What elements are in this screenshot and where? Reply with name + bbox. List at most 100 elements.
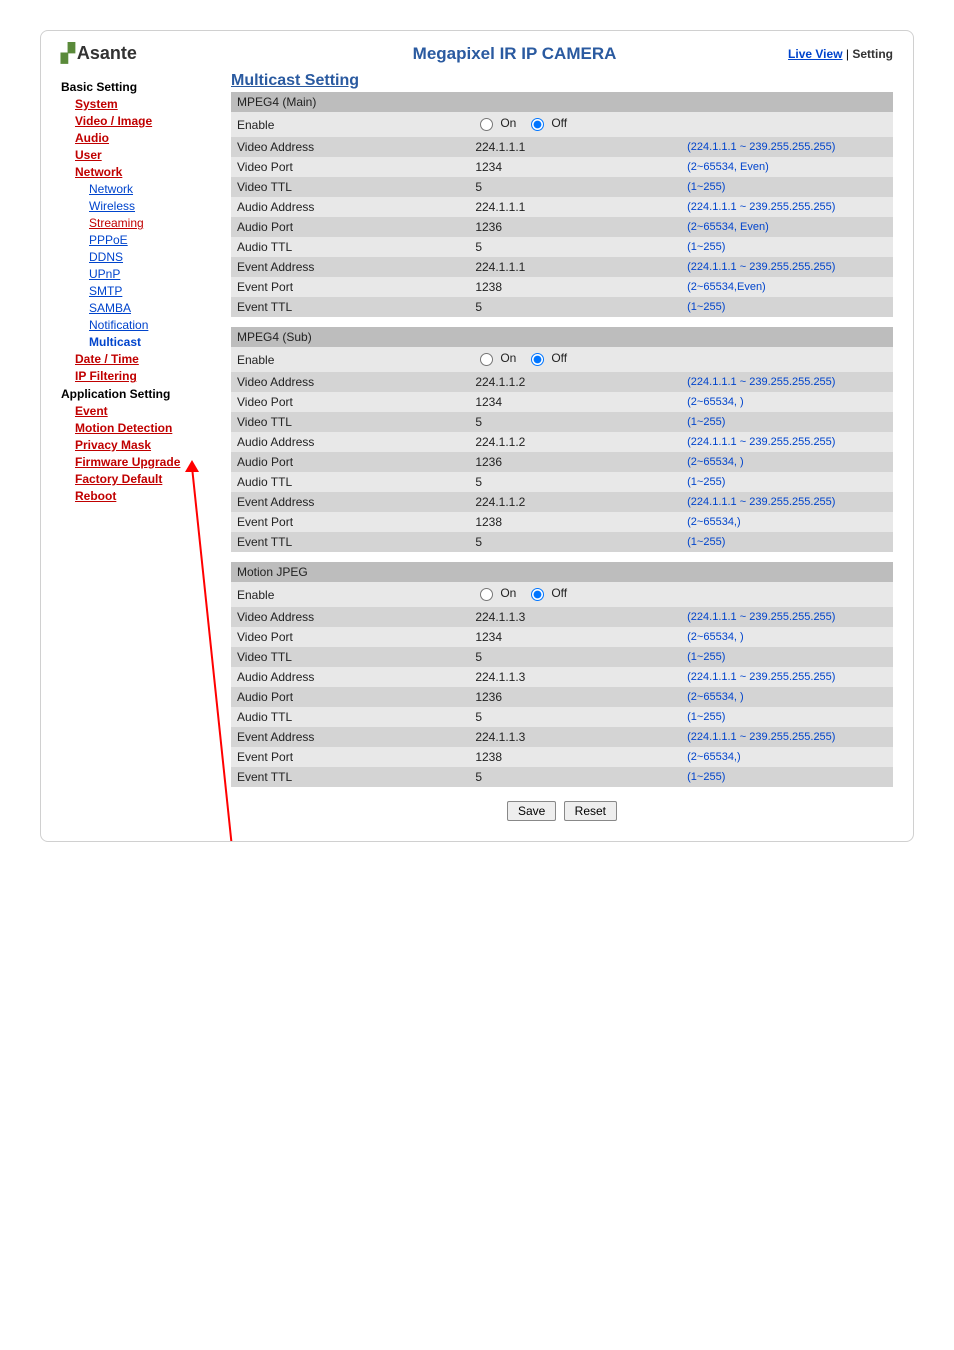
nav-ddns[interactable]: DDNS xyxy=(89,250,231,264)
table-row: Audio TTL5(1~255) xyxy=(231,707,893,727)
row-label: Audio TTL xyxy=(231,472,469,492)
table-row: Video Address224.1.1.1(224.1.1.1 ~ 239.2… xyxy=(231,137,893,157)
nav-smtp[interactable]: SMTP xyxy=(89,284,231,298)
table-row: Video Port1234(2~65534, ) xyxy=(231,627,893,647)
nav-user[interactable]: User xyxy=(75,148,231,162)
row-hint: (1~255) xyxy=(681,472,893,492)
nav-multicast[interactable]: Multicast xyxy=(89,335,231,349)
row-hint: (224.1.1.1 ~ 239.255.255.255) xyxy=(681,137,893,157)
nav-motion-detection[interactable]: Motion Detection xyxy=(75,421,231,435)
nav-pppoe[interactable]: PPPoE xyxy=(89,233,231,247)
nav-system[interactable]: System xyxy=(75,97,231,111)
enable-off-radio[interactable] xyxy=(531,353,544,366)
row-hint: (224.1.1.1 ~ 239.255.255.255) xyxy=(681,607,893,627)
row-hint: (1~255) xyxy=(681,412,893,432)
row-hint: (1~255) xyxy=(681,647,893,667)
row-value: OnOff xyxy=(469,112,681,137)
row-label: Video Port xyxy=(231,627,469,647)
logo-text: Asante xyxy=(77,43,137,63)
row-hint xyxy=(681,347,893,372)
header: ▞Asante Megapixel IR IP CAMERA Live View… xyxy=(41,31,913,72)
row-label: Video Address xyxy=(231,137,469,157)
row-hint: (224.1.1.1 ~ 239.255.255.255) xyxy=(681,197,893,217)
row-label: Audio TTL xyxy=(231,237,469,257)
row-hint: (1~255) xyxy=(681,237,893,257)
row-value: 1234 xyxy=(469,627,681,647)
on-label: On xyxy=(500,351,516,365)
nav-wireless[interactable]: Wireless xyxy=(89,199,231,213)
settings-table: EnableOnOffVideo Address224.1.1.1(224.1.… xyxy=(231,112,893,317)
row-value: 5 xyxy=(469,177,681,197)
group-title: MPEG4 (Sub) xyxy=(231,327,893,347)
enable-off-radio[interactable] xyxy=(531,588,544,601)
live-view-link[interactable]: Live View xyxy=(788,47,842,61)
row-hint: (2~65534,) xyxy=(681,512,893,532)
row-value: 5 xyxy=(469,707,681,727)
enable-off-radio[interactable] xyxy=(531,118,544,131)
setting-link: Setting xyxy=(852,47,893,61)
table-row: Video Port1234(2~65534, Even) xyxy=(231,157,893,177)
row-label: Event Address xyxy=(231,257,469,277)
table-row: Audio Port1236(2~65534, ) xyxy=(231,452,893,472)
on-label: On xyxy=(500,116,516,130)
enable-on-radio[interactable] xyxy=(480,118,493,131)
nav-firmware-upgrade[interactable]: Firmware Upgrade xyxy=(75,455,231,469)
nav-network[interactable]: Network xyxy=(75,165,231,179)
row-label: Event Port xyxy=(231,747,469,767)
row-label: Audio Address xyxy=(231,432,469,452)
enable-on-radio[interactable] xyxy=(480,588,493,601)
row-label: Video Address xyxy=(231,372,469,392)
nav-video-image[interactable]: Video / Image xyxy=(75,114,231,128)
row-hint: (2~65534, ) xyxy=(681,627,893,647)
group-title: MPEG4 (Main) xyxy=(231,92,893,112)
row-label: Event TTL xyxy=(231,297,469,317)
nav-privacy-mask[interactable]: Privacy Mask xyxy=(75,438,231,452)
page-title: Megapixel IR IP CAMERA xyxy=(241,44,788,64)
row-value: 1234 xyxy=(469,392,681,412)
nav-streaming[interactable]: Streaming xyxy=(89,216,231,230)
nav-network-sub[interactable]: Network xyxy=(89,182,231,196)
row-label: Audio TTL xyxy=(231,707,469,727)
table-row: Event Port1238(2~65534,) xyxy=(231,747,893,767)
table-row: Video TTL5(1~255) xyxy=(231,412,893,432)
reset-button[interactable]: Reset xyxy=(564,801,617,821)
row-value: 5 xyxy=(469,532,681,552)
row-label: Audio Port xyxy=(231,452,469,472)
row-label: Video Port xyxy=(231,157,469,177)
row-value: 1238 xyxy=(469,747,681,767)
table-row: Audio TTL5(1~255) xyxy=(231,237,893,257)
row-value: 224.1.1.3 xyxy=(469,607,681,627)
table-row: Event Address224.1.1.1(224.1.1.1 ~ 239.2… xyxy=(231,257,893,277)
nav-event[interactable]: Event xyxy=(75,404,231,418)
row-hint: (2~65534, ) xyxy=(681,452,893,472)
nav-ip-filtering[interactable]: IP Filtering xyxy=(75,369,231,383)
table-row: Audio Address224.1.1.1(224.1.1.1 ~ 239.2… xyxy=(231,197,893,217)
row-value: 224.1.1.3 xyxy=(469,667,681,687)
nav-samba[interactable]: SAMBA xyxy=(89,301,231,315)
row-label: Event TTL xyxy=(231,532,469,552)
nav-audio[interactable]: Audio xyxy=(75,131,231,145)
row-hint: (224.1.1.1 ~ 239.255.255.255) xyxy=(681,667,893,687)
separator: | xyxy=(843,47,853,61)
row-hint: (2~65534,) xyxy=(681,747,893,767)
row-hint: (224.1.1.1 ~ 239.255.255.255) xyxy=(681,432,893,452)
nav-factory-default[interactable]: Factory Default xyxy=(75,472,231,486)
nav-notification[interactable]: Notification xyxy=(89,318,231,332)
content-title: Multicast Setting xyxy=(231,72,893,90)
row-value: 1238 xyxy=(469,277,681,297)
nav-reboot[interactable]: Reboot xyxy=(75,489,231,503)
row-label: Video Port xyxy=(231,392,469,412)
row-label: Video TTL xyxy=(231,412,469,432)
enable-on-radio[interactable] xyxy=(480,353,493,366)
nav-upnp[interactable]: UPnP xyxy=(89,267,231,281)
sidebar: Basic Setting System Video / Image Audio… xyxy=(61,72,231,821)
settings-table: EnableOnOffVideo Address224.1.1.2(224.1.… xyxy=(231,347,893,552)
row-hint xyxy=(681,112,893,137)
row-label: Event Port xyxy=(231,512,469,532)
table-row: Event Port1238(2~65534,Even) xyxy=(231,277,893,297)
save-button[interactable]: Save xyxy=(507,801,556,821)
nav-date-time[interactable]: Date / Time xyxy=(75,352,231,366)
table-row: Event TTL5(1~255) xyxy=(231,767,893,787)
row-value: OnOff xyxy=(469,582,681,607)
row-label: Enable xyxy=(231,112,469,137)
